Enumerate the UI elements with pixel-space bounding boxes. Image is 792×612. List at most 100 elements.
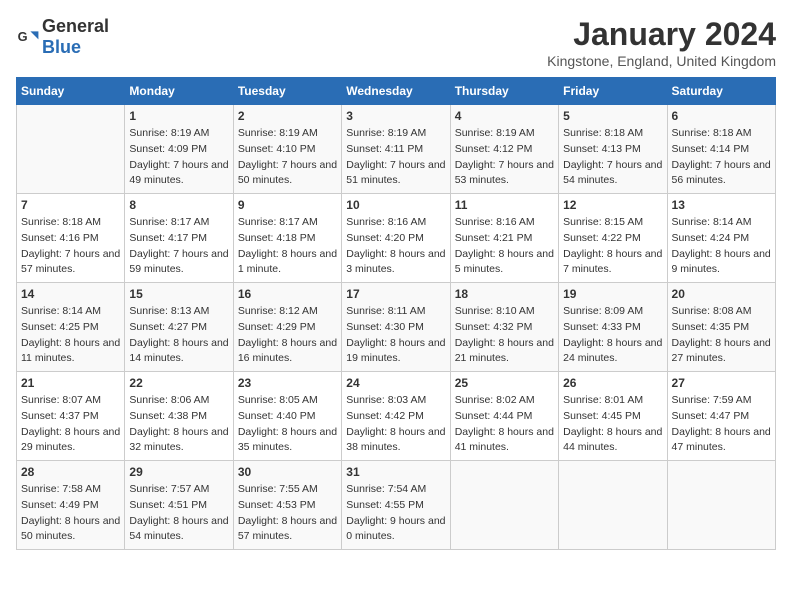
calendar-day-cell (17, 105, 125, 194)
day-number: 10 (346, 198, 445, 212)
svg-text:G: G (18, 29, 28, 44)
day-number: 20 (672, 287, 771, 301)
day-number: 8 (129, 198, 228, 212)
calendar-day-cell: 8 Sunrise: 8:17 AMSunset: 4:17 PMDayligh… (125, 194, 233, 283)
day-info: Sunrise: 7:55 AMSunset: 4:53 PMDaylight:… (238, 482, 337, 545)
day-number: 7 (21, 198, 120, 212)
day-info: Sunrise: 8:03 AMSunset: 4:42 PMDaylight:… (346, 393, 445, 456)
calendar-day-cell: 5 Sunrise: 8:18 AMSunset: 4:13 PMDayligh… (559, 105, 667, 194)
day-number: 19 (563, 287, 662, 301)
day-number: 6 (672, 109, 771, 123)
calendar-week-row: 1 Sunrise: 8:19 AMSunset: 4:09 PMDayligh… (17, 105, 776, 194)
day-info: Sunrise: 8:18 AMSunset: 4:13 PMDaylight:… (563, 126, 662, 189)
day-info: Sunrise: 8:07 AMSunset: 4:37 PMDaylight:… (21, 393, 120, 456)
day-info: Sunrise: 8:17 AMSunset: 4:17 PMDaylight:… (129, 215, 228, 278)
day-info: Sunrise: 8:06 AMSunset: 4:38 PMDaylight:… (129, 393, 228, 456)
day-info: Sunrise: 8:01 AMSunset: 4:45 PMDaylight:… (563, 393, 662, 456)
day-number: 24 (346, 376, 445, 390)
day-number: 29 (129, 465, 228, 479)
calendar-subtitle: Kingstone, England, United Kingdom (547, 53, 776, 69)
calendar-day-cell: 2 Sunrise: 8:19 AMSunset: 4:10 PMDayligh… (233, 105, 341, 194)
day-info: Sunrise: 8:19 AMSunset: 4:12 PMDaylight:… (455, 126, 554, 189)
calendar-day-cell: 18 Sunrise: 8:10 AMSunset: 4:32 PMDaylig… (450, 283, 558, 372)
day-info: Sunrise: 8:19 AMSunset: 4:11 PMDaylight:… (346, 126, 445, 189)
day-number: 3 (346, 109, 445, 123)
day-number: 1 (129, 109, 228, 123)
weekday-header-cell: Friday (559, 78, 667, 105)
day-number: 22 (129, 376, 228, 390)
calendar-day-cell: 11 Sunrise: 8:16 AMSunset: 4:21 PMDaylig… (450, 194, 558, 283)
calendar-day-cell: 27 Sunrise: 7:59 AMSunset: 4:47 PMDaylig… (667, 372, 775, 461)
day-info: Sunrise: 7:59 AMSunset: 4:47 PMDaylight:… (672, 393, 771, 456)
weekday-header-cell: Sunday (17, 78, 125, 105)
calendar-title: January 2024 (547, 16, 776, 53)
calendar-day-cell: 4 Sunrise: 8:19 AMSunset: 4:12 PMDayligh… (450, 105, 558, 194)
calendar-day-cell: 15 Sunrise: 8:13 AMSunset: 4:27 PMDaylig… (125, 283, 233, 372)
calendar-day-cell: 16 Sunrise: 8:12 AMSunset: 4:29 PMDaylig… (233, 283, 341, 372)
calendar-day-cell: 6 Sunrise: 8:18 AMSunset: 4:14 PMDayligh… (667, 105, 775, 194)
calendar-day-cell: 1 Sunrise: 8:19 AMSunset: 4:09 PMDayligh… (125, 105, 233, 194)
calendar-week-row: 28 Sunrise: 7:58 AMSunset: 4:49 PMDaylig… (17, 461, 776, 550)
weekday-header-cell: Wednesday (342, 78, 450, 105)
weekday-header-row: SundayMondayTuesdayWednesdayThursdayFrid… (17, 78, 776, 105)
day-info: Sunrise: 8:16 AMSunset: 4:21 PMDaylight:… (455, 215, 554, 278)
day-info: Sunrise: 8:12 AMSunset: 4:29 PMDaylight:… (238, 304, 337, 367)
calendar-day-cell: 28 Sunrise: 7:58 AMSunset: 4:49 PMDaylig… (17, 461, 125, 550)
day-number: 18 (455, 287, 554, 301)
calendar-day-cell: 13 Sunrise: 8:14 AMSunset: 4:24 PMDaylig… (667, 194, 775, 283)
title-area: January 2024 Kingstone, England, United … (547, 16, 776, 69)
calendar-day-cell: 21 Sunrise: 8:07 AMSunset: 4:37 PMDaylig… (17, 372, 125, 461)
weekday-header-cell: Thursday (450, 78, 558, 105)
calendar-day-cell: 23 Sunrise: 8:05 AMSunset: 4:40 PMDaylig… (233, 372, 341, 461)
calendar-day-cell: 17 Sunrise: 8:11 AMSunset: 4:30 PMDaylig… (342, 283, 450, 372)
calendar-day-cell: 10 Sunrise: 8:16 AMSunset: 4:20 PMDaylig… (342, 194, 450, 283)
day-info: Sunrise: 8:14 AMSunset: 4:25 PMDaylight:… (21, 304, 120, 367)
day-info: Sunrise: 7:58 AMSunset: 4:49 PMDaylight:… (21, 482, 120, 545)
logo-general: General (42, 16, 109, 36)
page-header: G General Blue January 2024 Kingstone, E… (16, 16, 776, 69)
day-number: 21 (21, 376, 120, 390)
day-number: 14 (21, 287, 120, 301)
calendar-day-cell (559, 461, 667, 550)
day-info: Sunrise: 8:16 AMSunset: 4:20 PMDaylight:… (346, 215, 445, 278)
day-info: Sunrise: 7:57 AMSunset: 4:51 PMDaylight:… (129, 482, 228, 545)
day-info: Sunrise: 8:10 AMSunset: 4:32 PMDaylight:… (455, 304, 554, 367)
calendar-week-row: 14 Sunrise: 8:14 AMSunset: 4:25 PMDaylig… (17, 283, 776, 372)
day-number: 26 (563, 376, 662, 390)
day-info: Sunrise: 8:17 AMSunset: 4:18 PMDaylight:… (238, 215, 337, 278)
day-info: Sunrise: 8:18 AMSunset: 4:14 PMDaylight:… (672, 126, 771, 189)
day-number: 17 (346, 287, 445, 301)
day-number: 13 (672, 198, 771, 212)
weekday-header-cell: Monday (125, 78, 233, 105)
logo: G General Blue (16, 16, 109, 58)
day-number: 15 (129, 287, 228, 301)
day-info: Sunrise: 8:19 AMSunset: 4:09 PMDaylight:… (129, 126, 228, 189)
calendar-day-cell (667, 461, 775, 550)
day-number: 30 (238, 465, 337, 479)
calendar-day-cell: 3 Sunrise: 8:19 AMSunset: 4:11 PMDayligh… (342, 105, 450, 194)
calendar-day-cell: 30 Sunrise: 7:55 AMSunset: 4:53 PMDaylig… (233, 461, 341, 550)
calendar-day-cell: 7 Sunrise: 8:18 AMSunset: 4:16 PMDayligh… (17, 194, 125, 283)
day-number: 31 (346, 465, 445, 479)
calendar-day-cell: 20 Sunrise: 8:08 AMSunset: 4:35 PMDaylig… (667, 283, 775, 372)
weekday-header-cell: Saturday (667, 78, 775, 105)
day-number: 27 (672, 376, 771, 390)
day-info: Sunrise: 8:15 AMSunset: 4:22 PMDaylight:… (563, 215, 662, 278)
day-info: Sunrise: 8:08 AMSunset: 4:35 PMDaylight:… (672, 304, 771, 367)
day-info: Sunrise: 8:02 AMSunset: 4:44 PMDaylight:… (455, 393, 554, 456)
day-info: Sunrise: 8:19 AMSunset: 4:10 PMDaylight:… (238, 126, 337, 189)
day-info: Sunrise: 8:18 AMSunset: 4:16 PMDaylight:… (21, 215, 120, 278)
day-info: Sunrise: 8:11 AMSunset: 4:30 PMDaylight:… (346, 304, 445, 367)
day-number: 9 (238, 198, 337, 212)
logo-blue: Blue (42, 37, 81, 57)
day-number: 4 (455, 109, 554, 123)
day-info: Sunrise: 8:09 AMSunset: 4:33 PMDaylight:… (563, 304, 662, 367)
calendar-day-cell (450, 461, 558, 550)
day-number: 25 (455, 376, 554, 390)
day-number: 5 (563, 109, 662, 123)
calendar-day-cell: 31 Sunrise: 7:54 AMSunset: 4:55 PMDaylig… (342, 461, 450, 550)
day-number: 16 (238, 287, 337, 301)
calendar-day-cell: 25 Sunrise: 8:02 AMSunset: 4:44 PMDaylig… (450, 372, 558, 461)
calendar-day-cell: 14 Sunrise: 8:14 AMSunset: 4:25 PMDaylig… (17, 283, 125, 372)
day-number: 2 (238, 109, 337, 123)
